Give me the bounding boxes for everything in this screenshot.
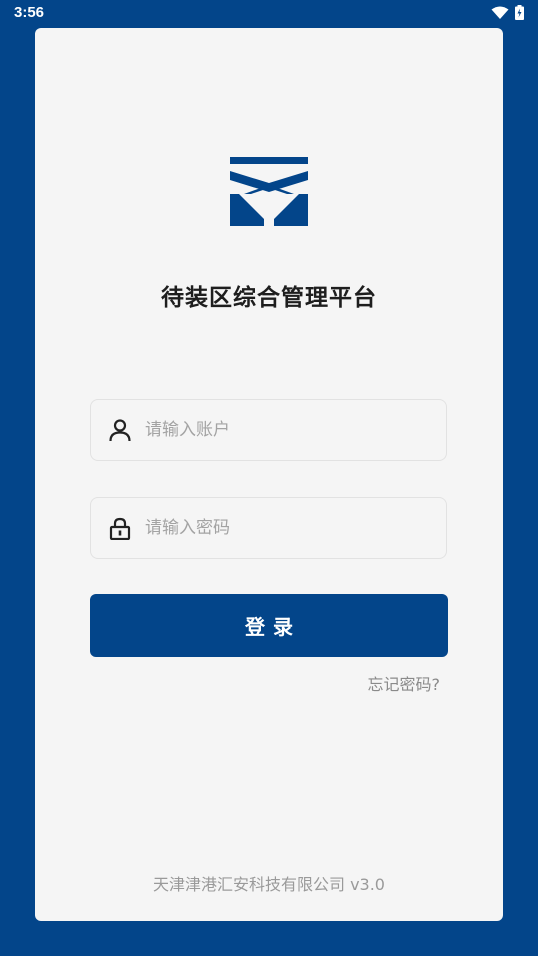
status-time: 3:56 — [14, 4, 45, 21]
company-logo — [230, 157, 308, 226]
footer-company: 天津津港汇安科技有限公司 v3.0 — [152, 875, 385, 894]
account-input[interactable] — [145, 400, 435, 460]
forgot-password-link[interactable]: 忘记密码? — [368, 671, 441, 695]
person-icon — [109, 419, 131, 442]
app-title: 待装区综合管理平台 — [161, 285, 377, 311]
account-field[interactable] — [90, 399, 447, 461]
status-icons — [491, 5, 524, 20]
lock-icon — [109, 517, 131, 540]
login-button[interactable]: 登录 — [90, 594, 448, 657]
password-input[interactable] — [145, 498, 435, 558]
wifi-icon — [491, 6, 509, 19]
login-card: 待装区综合管理平台 登录 忘记密码? 天津津港汇安科技有限公司 v3.0 — [35, 28, 503, 921]
status-bar: 3:56 — [0, 0, 538, 26]
password-field[interactable] — [90, 497, 447, 559]
battery-icon — [515, 5, 524, 20]
